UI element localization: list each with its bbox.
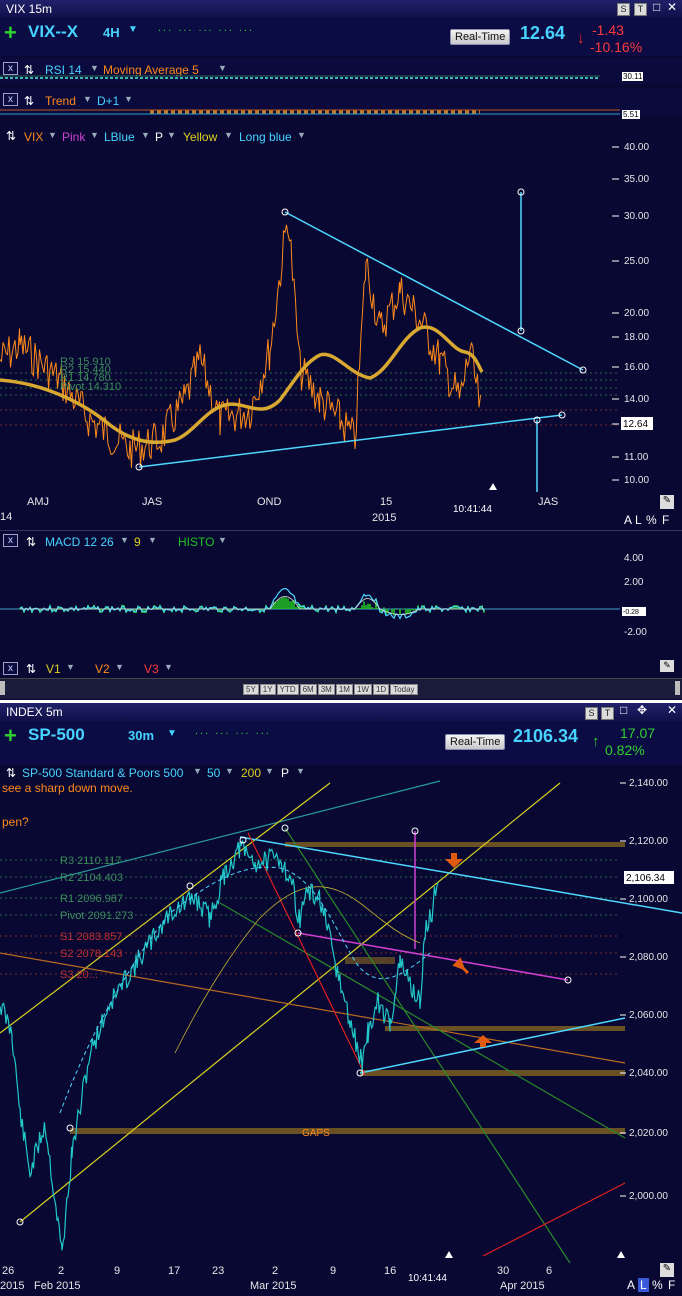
down-arrow-annotation-icon <box>445 853 463 868</box>
support-zone <box>360 1070 625 1076</box>
spx-y-tick: 2,100.00 <box>629 894 668 905</box>
v-settings-icon[interactable]: ⇅ <box>26 662 36 676</box>
period-button-6m[interactable]: 6M <box>299 684 317 695</box>
v3-dropdown-icon[interactable]: ▼ <box>164 662 173 672</box>
spx-pivot-r2: R2 2104.403 <box>60 872 123 884</box>
vix-chart-window: VIX 15m S T □ ✕ + VIX--X 4H ▼ ... ... ..… <box>0 0 682 700</box>
period-button-1w[interactable]: 1W <box>353 684 372 695</box>
v3-label[interactable]: V3 <box>144 662 159 676</box>
draw-tool-icon[interactable]: ✎ <box>660 1263 674 1277</box>
spx-y-tick: 2,000.00 <box>629 1191 668 1202</box>
spx-y-tick: 2,040.00 <box>629 1068 668 1079</box>
gap-zone <box>70 1128 625 1134</box>
spx-x-tick: 6 <box>546 1265 552 1277</box>
timeline-scrollbar[interactable]: 5Y 1Y YTD 6M 3M 1M 1W 1D Today <box>0 678 682 699</box>
v2-label[interactable]: V2 <box>95 662 110 676</box>
macd-tick: -2.00 <box>624 627 647 638</box>
spx-pivot-s3: S3 20... <box>60 969 98 981</box>
period-button-5y[interactable]: 5Y <box>243 684 259 695</box>
spx-price-chart[interactable]: GAPS R3 2110.117 R2 2104.403 R1 2096.987… <box>0 703 682 1296</box>
red-trendline[interactable] <box>247 832 366 1076</box>
v2-dropdown-icon[interactable]: ▼ <box>115 662 124 672</box>
scale-auto-button[interactable]: A <box>627 1278 635 1292</box>
spx-y-tick: 2,120.00 <box>629 836 668 847</box>
spx-x-tick: 16 <box>384 1265 396 1277</box>
period-button-1m[interactable]: 1M <box>335 684 353 695</box>
spx-pivot: Pivot 2091.273 <box>60 910 133 922</box>
spx-x-tick: 23 <box>212 1265 224 1277</box>
spx-pivot-s2: S2 2078.143 <box>60 948 122 960</box>
resistance-zone <box>285 842 625 847</box>
scale-log-button[interactable]: L <box>638 1278 649 1292</box>
yellow-channel-line[interactable] <box>19 782 561 1223</box>
green-channel-line[interactable] <box>219 902 626 1139</box>
spx-pivot-s1: S1 2083.857 <box>60 931 122 943</box>
spx-x-tick: 26 <box>2 1265 14 1277</box>
spx-price-tag: 2,106.34 <box>626 873 665 884</box>
trendline-handle[interactable] <box>186 882 194 890</box>
scroll-right-handle[interactable] <box>675 681 680 695</box>
spx-x-tick: 30 <box>497 1265 509 1277</box>
scroll-marker-icon <box>617 1251 625 1258</box>
spx-time-label: 10:41:44 <box>408 1273 447 1284</box>
scroll-left-handle[interactable] <box>0 681 5 695</box>
spx-x-tick: 2 <box>58 1265 64 1277</box>
yellow-channel-line[interactable] <box>0 782 331 1034</box>
spx-x-tick: 2 <box>272 1265 278 1277</box>
spx-x-tick: 9 <box>114 1265 120 1277</box>
current-time-marker-icon <box>445 1251 453 1258</box>
remove-v-icon[interactable]: x <box>3 662 18 675</box>
gaps-label: GAPS <box>302 1128 330 1139</box>
spx-y-tick: 2,140.00 <box>629 778 668 789</box>
scale-percent-button[interactable]: % <box>652 1278 663 1292</box>
spx-month-label: 2015 <box>0 1280 24 1292</box>
spx-pivot-r1: R1 2096.987 <box>60 893 123 905</box>
v1-dropdown-icon[interactable]: ▼ <box>66 662 75 672</box>
spx-x-tick: 9 <box>330 1265 336 1277</box>
macd-tick: 4.00 <box>624 553 644 564</box>
spx-y-tick: 2,020.00 <box>629 1128 668 1139</box>
macd-value-tag: -0.28 <box>623 609 639 616</box>
macd-tick: 2.00 <box>624 577 644 588</box>
red-trendline[interactable] <box>482 1182 626 1257</box>
macd-chart[interactable]: 4.00 2.00 -0.28 -2.00 <box>0 0 682 700</box>
spx-month-label: Mar 2015 <box>250 1280 296 1292</box>
period-button-ytd[interactable]: YTD <box>276 684 299 695</box>
spx-chart-window: INDEX 5m S T □ ✥ ✕ + SP-500 30m ▼ ... ..… <box>0 703 682 1296</box>
period-buttons: 5Y 1Y YTD 6M 3M 1M 1W 1D Today <box>243 684 418 695</box>
period-button-1d[interactable]: 1D <box>372 684 390 695</box>
period-button-today[interactable]: Today <box>390 684 418 695</box>
period-button-3m[interactable]: 3M <box>317 684 335 695</box>
draw-tool-icon-2[interactable]: ✎ <box>660 660 674 672</box>
spx-y-tick: 2,060.00 <box>629 1010 668 1021</box>
cyan-trendline[interactable] <box>239 836 682 914</box>
volume-legend: x ⇅ V1 ▼ V2 ▼ V3 ▼ ✎ <box>0 660 682 676</box>
spx-month-label: Apr 2015 <box>500 1280 545 1292</box>
spx-x-tick: 17 <box>168 1265 180 1277</box>
scale-fixed-button[interactable]: F <box>668 1278 675 1292</box>
spx-pivot-r3: R3 2110.117 <box>60 855 121 867</box>
spx-y-tick: 2,080.00 <box>629 952 668 963</box>
v1-label[interactable]: V1 <box>46 662 61 676</box>
spx-month-label: Feb 2015 <box>34 1280 80 1292</box>
period-button-1y[interactable]: 1Y <box>259 684 276 695</box>
